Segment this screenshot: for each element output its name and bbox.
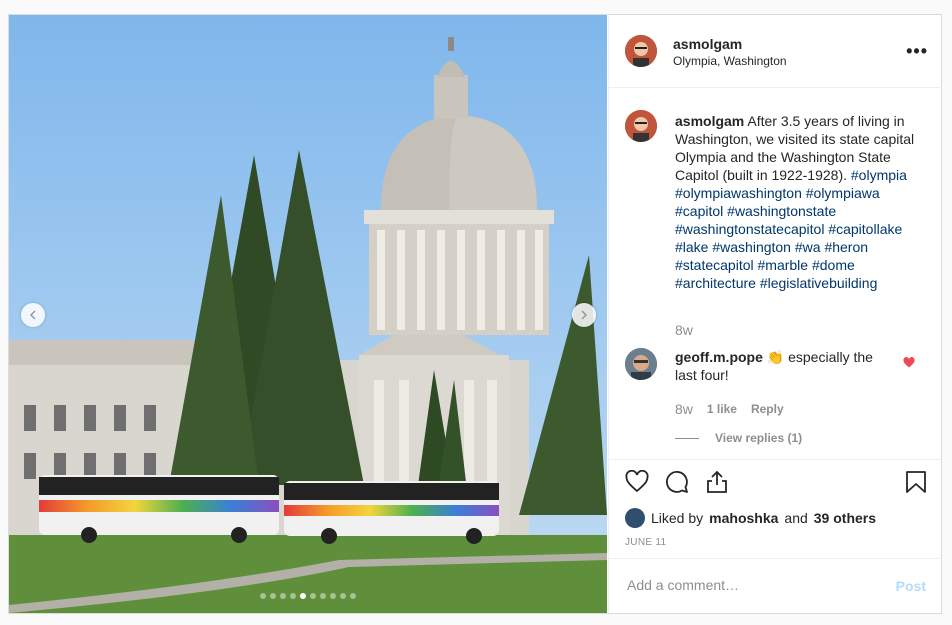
user-avatar-icon [625,110,657,142]
carousel-next-button[interactable] [572,303,596,327]
view-replies-button[interactable]: View replies (1) [675,431,802,445]
carousel-dot [330,593,336,599]
reply-button[interactable]: Reply [751,402,784,416]
share-button[interactable] [705,470,729,499]
carousel-dot [270,593,276,599]
hashtag-link[interactable]: #olympia [851,167,907,183]
comment-button[interactable] [665,470,689,499]
carousel-dot [340,593,346,599]
post-username[interactable]: asmolgam [673,36,742,52]
divider [675,437,699,439]
comment-like-button[interactable] [903,356,915,374]
capitol-photo [9,15,607,613]
hashtag-link[interactable]: #washingtonstatecapitol [675,221,824,237]
hashtag-link[interactable]: #washingtonstate [727,203,836,219]
hashtag-link[interactable]: #marble [758,257,809,273]
comment-icon [666,471,688,493]
heart-filled-icon [903,357,915,368]
hashtag-link[interactable]: #wa [795,239,821,255]
hashtag-link[interactable]: #statecapitol [675,257,754,273]
avatar[interactable] [625,35,657,67]
carousel-indicator [9,593,607,599]
liked-by: Liked by mahoshka and 39 others [625,508,876,528]
hashtag-link[interactable]: #lake [675,239,708,255]
avatar[interactable] [625,348,657,380]
post-caption: asmolgam After 3.5 years of living in Wa… [675,112,925,292]
chevron-right-icon [581,310,588,320]
carousel-dot [320,593,326,599]
post-location[interactable]: Olympia, Washington [673,54,787,68]
more-options-icon[interactable]: ••• [906,41,928,62]
carousel-dot [290,593,296,599]
share-icon [707,470,727,493]
carousel-dot [280,593,286,599]
comment-username[interactable]: geoff.m.pope [675,349,763,365]
post-photo[interactable] [9,15,607,613]
comment: geoff.m.pope 👏 especially the last four! [675,348,885,384]
save-button[interactable] [905,470,927,499]
liked-by-and: and [784,510,808,526]
hashtag-link[interactable]: #heron [824,239,868,255]
liked-by-others[interactable]: 39 others [814,510,876,526]
carousel-dot [350,593,356,599]
comment-likes[interactable]: 1 like [707,402,737,416]
caption-username[interactable]: asmolgam [675,113,744,129]
hashtag-link[interactable]: #olympiawashington [675,185,802,201]
caption-timestamp[interactable]: 8w [675,322,693,338]
avatar[interactable] [625,508,645,528]
user-avatar-icon [625,35,657,67]
carousel-prev-button[interactable] [21,303,45,327]
chevron-left-icon [29,310,36,320]
hashtag-link[interactable]: #dome [812,257,855,273]
liked-by-user[interactable]: mahoshka [709,510,778,526]
carousel-dot [300,593,306,599]
caption-hashtags: #olympia #olympiawashington #olympiawa #… [675,167,907,291]
hashtag-link[interactable]: #washington [712,239,791,255]
comment-timestamp[interactable]: 8w [675,401,693,417]
hashtag-link[interactable]: #olympiawa [806,185,880,201]
post-comment-button[interactable]: Post [896,578,926,594]
hashtag-link[interactable]: #capitollake [828,221,902,237]
post-date[interactable]: JUNE 11 [625,537,666,548]
view-replies-label: View replies (1) [715,431,803,445]
bookmark-icon [906,471,926,493]
comment-meta: 8w 1 like Reply [675,401,784,417]
like-button[interactable] [625,469,649,499]
carousel-dot [310,593,316,599]
hashtag-link[interactable]: #legislativebuilding [760,275,878,291]
carousel-dot [260,593,266,599]
heart-icon [625,469,649,493]
add-comment-bar: Post [609,558,942,614]
post-sidebar: asmolgam Olympia, Washington ••• asmolga… [608,15,942,613]
post-card: asmolgam Olympia, Washington ••• asmolga… [8,14,942,614]
hashtag-link[interactable]: #architecture [675,275,756,291]
add-comment-input[interactable] [625,576,869,594]
hashtag-link[interactable]: #capitol [675,203,723,219]
avatar[interactable] [625,110,657,142]
post-header: asmolgam Olympia, Washington ••• [609,15,942,88]
commenter-avatar-icon [625,348,657,380]
comments-section: asmolgam After 3.5 years of living in Wa… [609,88,942,459]
liked-by-prefix: Liked by [651,510,704,526]
